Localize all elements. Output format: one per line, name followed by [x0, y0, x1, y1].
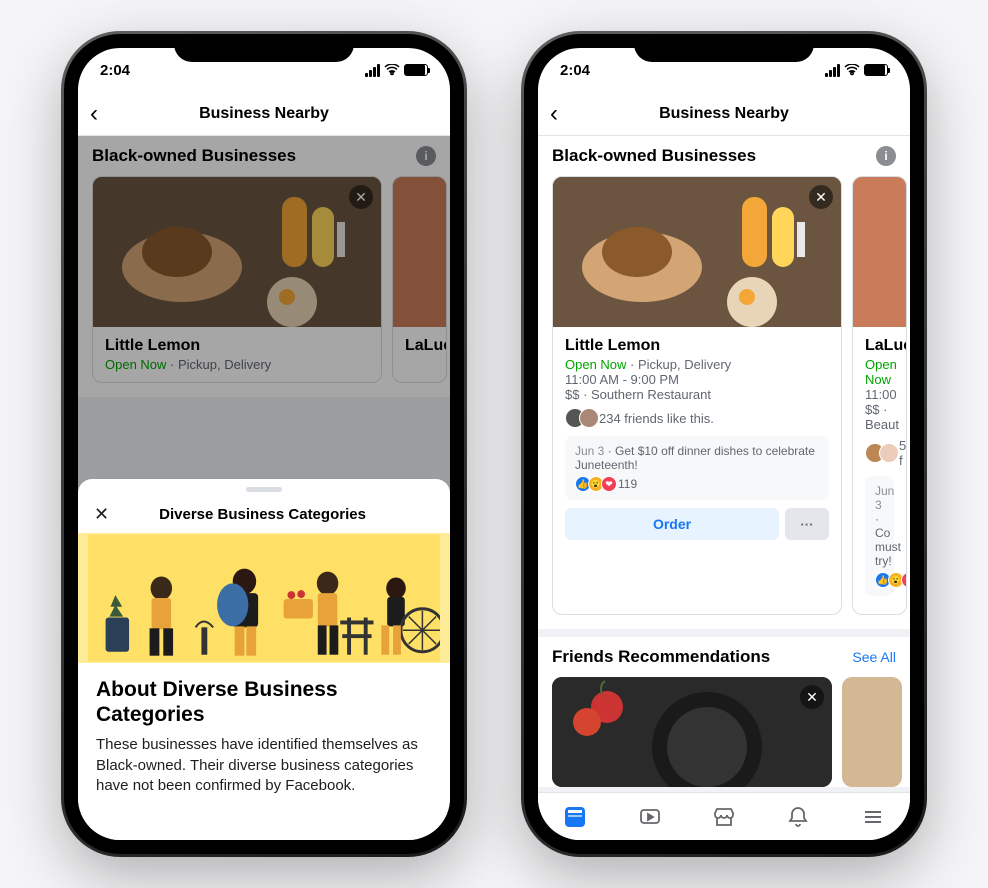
business-social: 5 f	[865, 438, 894, 468]
bottom-sheet: ✕ Diverse Business Categories About Dive…	[78, 479, 450, 840]
info-icon[interactable]: i	[876, 146, 896, 166]
screen-left: 2:04 ‹ Business Nearby Black-owned Busin…	[78, 48, 450, 840]
recommendation-card[interactable]: ✕	[552, 677, 832, 787]
sheet-description: These businesses have identified themsel…	[96, 735, 432, 796]
phone-right: 2:04 ‹ Business Nearby Black-owned Busin…	[524, 34, 924, 854]
tab-home[interactable]	[561, 803, 589, 831]
sheet-title: Diverse Business Categories	[109, 506, 416, 523]
section-title: Black-owned Businesses	[552, 146, 756, 166]
see-all-link[interactable]: See All	[852, 649, 896, 665]
back-button[interactable]: ‹	[550, 100, 558, 128]
sheet-heading: About Diverse Business Categories	[96, 677, 432, 727]
recommendation-card[interactable]	[842, 677, 902, 787]
device-notch	[634, 34, 814, 62]
back-button[interactable]: ‹	[90, 100, 98, 128]
promo-box[interactable]: Jun 3 · Get $10 off dinner dishes to cel…	[565, 436, 829, 500]
phone-left: 2:04 ‹ Business Nearby Black-owned Busin…	[64, 34, 464, 854]
battery-icon	[864, 64, 888, 76]
page-title: Business Nearby	[199, 105, 329, 123]
order-button[interactable]: Order	[565, 508, 779, 540]
screen-right: 2:04 ‹ Business Nearby Black-owned Busin…	[538, 48, 910, 840]
sheet-illustration	[78, 533, 450, 663]
wifi-icon	[844, 64, 860, 76]
business-carousel[interactable]: ✕ Little Lemon Open Now · Pickup, Delive…	[538, 176, 910, 629]
sheet-grabber[interactable]	[246, 487, 282, 492]
business-card[interactable]: LaLueur Open Now 11:00 $$ · Beaut 5 f Ju…	[852, 176, 907, 615]
nav-bar: ‹ Business Nearby	[538, 92, 910, 136]
more-button[interactable]: ···	[785, 508, 829, 540]
page-title: Business Nearby	[659, 105, 789, 123]
business-image	[853, 177, 906, 327]
business-name: LaLueur	[865, 337, 894, 355]
business-price: $$ · Beaut	[865, 402, 894, 432]
business-hours: 11:00 AM - 9:00 PM	[565, 372, 829, 387]
business-price: $$ · Southern Restaurant	[565, 387, 829, 402]
business-social: 234 friends like this.	[565, 408, 829, 428]
tab-menu[interactable]	[859, 803, 887, 831]
status-time: 2:04	[560, 62, 590, 79]
tab-marketplace[interactable]	[710, 803, 738, 831]
tab-bar	[538, 792, 910, 840]
signal-icon	[365, 64, 380, 77]
close-icon[interactable]: ✕	[800, 685, 824, 709]
tab-notifications[interactable]	[784, 803, 812, 831]
device-notch	[174, 34, 354, 62]
friend-avatars	[865, 443, 893, 463]
recommendations-carousel[interactable]: ✕	[538, 677, 910, 787]
nav-bar: ‹ Business Nearby	[78, 92, 450, 136]
reaction-bar: 👍😮❤ 119	[575, 476, 819, 492]
business-image: ✕	[553, 177, 841, 327]
business-hours: 11:00	[865, 387, 894, 402]
business-card[interactable]: ✕ Little Lemon Open Now · Pickup, Delive…	[552, 176, 842, 615]
close-sheet-button[interactable]: ✕	[94, 504, 109, 525]
promo-box[interactable]: Jun 3 · Co must try! 👍😮❤4	[865, 476, 894, 596]
business-status: Open Now · Pickup, Delivery	[565, 357, 829, 372]
tab-watch[interactable]	[636, 803, 664, 831]
friend-avatars	[565, 408, 593, 428]
battery-icon	[404, 64, 428, 76]
status-time: 2:04	[100, 62, 130, 79]
friends-section: Friends Recommendations See All ✕	[538, 637, 910, 787]
wifi-icon	[384, 64, 400, 76]
friends-title: Friends Recommendations	[552, 647, 770, 667]
business-status: Open Now	[865, 357, 894, 387]
signal-icon	[825, 64, 840, 77]
section-header: Black-owned Businesses i	[538, 136, 910, 176]
close-icon[interactable]: ✕	[809, 185, 833, 209]
business-name: Little Lemon	[565, 337, 829, 355]
